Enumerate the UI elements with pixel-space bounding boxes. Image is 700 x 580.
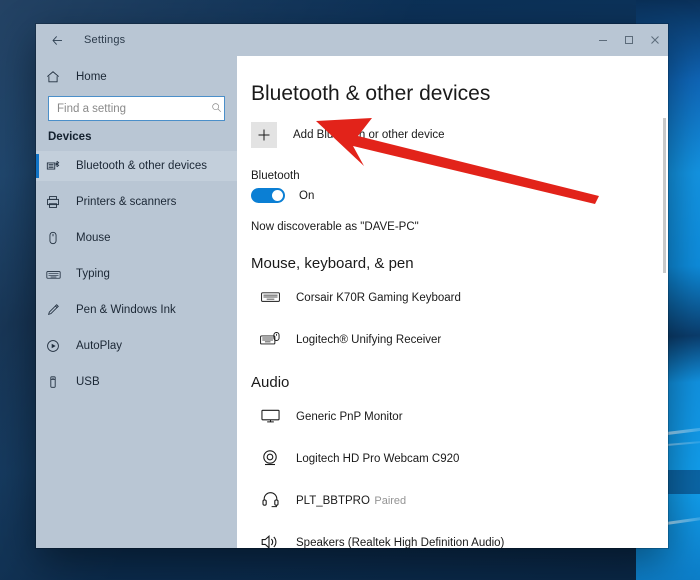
keyboard-icon bbox=[257, 290, 283, 304]
device-name: PLT_BBTPRO bbox=[296, 495, 370, 507]
page-title: Bluetooth & other devices bbox=[251, 82, 668, 106]
bluetooth-label: Bluetooth bbox=[251, 170, 668, 182]
plus-icon[interactable] bbox=[251, 122, 277, 148]
sidebar-item-mouse[interactable]: Mouse bbox=[36, 223, 237, 253]
keyboard-icon bbox=[46, 267, 68, 282]
sidebar-item-bluetooth-other-devices[interactable]: Bluetooth & other devices bbox=[36, 151, 237, 181]
webcam-icon bbox=[257, 449, 283, 467]
device-status: Paired bbox=[374, 495, 406, 507]
sidebar: Home Devices bbox=[36, 56, 237, 548]
add-bluetooth-device-label[interactable]: Add Bluetooth or other device bbox=[293, 129, 445, 141]
section-audio: Audio Generic PnP Monitor bbox=[251, 374, 668, 548]
device-row[interactable]: Logitech HD Pro Webcam C920 bbox=[251, 445, 668, 471]
close-button[interactable] bbox=[642, 24, 668, 56]
monitor-icon bbox=[257, 408, 283, 424]
window-controls bbox=[590, 24, 668, 56]
sidebar-group-heading: Devices bbox=[36, 131, 237, 143]
scrollbar-thumb[interactable] bbox=[663, 118, 666, 273]
section-mouse-keyboard-pen: Mouse, keyboard, & pen Corsair K70R Gami… bbox=[251, 255, 668, 352]
mouse-icon bbox=[46, 231, 68, 245]
keyboard-mouse-icon bbox=[257, 331, 283, 347]
headset-icon bbox=[257, 491, 283, 509]
window-title: Settings bbox=[84, 34, 125, 46]
sidebar-item-label: Printers & scanners bbox=[76, 196, 176, 208]
sidebar-item-printers-scanners[interactable]: Printers & scanners bbox=[36, 187, 237, 217]
pen-icon bbox=[46, 303, 68, 317]
sidebar-item-label: Pen & Windows Ink bbox=[76, 304, 176, 316]
search-icon[interactable] bbox=[211, 100, 222, 118]
printer-icon bbox=[46, 195, 68, 209]
sidebar-item-pen-windows-ink[interactable]: Pen & Windows Ink bbox=[36, 295, 237, 325]
bluetooth-toggle-block: Bluetooth On bbox=[251, 170, 668, 203]
window-titlebar: Settings bbox=[36, 24, 668, 56]
device-row[interactable]: Corsair K70R Gaming Keyboard bbox=[251, 284, 668, 310]
sidebar-item-typing[interactable]: Typing bbox=[36, 259, 237, 289]
device-row[interactable]: PLT_BBTPRO Paired bbox=[251, 487, 668, 513]
usb-icon bbox=[46, 375, 68, 389]
settings-window: Settings bbox=[36, 24, 668, 548]
sidebar-item-label: Mouse bbox=[76, 232, 111, 244]
speaker-icon bbox=[257, 534, 283, 548]
device-name: Generic PnP Monitor bbox=[296, 411, 403, 423]
device-name: Logitech HD Pro Webcam C920 bbox=[296, 453, 459, 465]
desktop: Settings bbox=[0, 0, 700, 580]
device-row[interactable]: Logitech® Unifying Receiver bbox=[251, 326, 668, 352]
bluetooth-state-label: On bbox=[299, 190, 314, 202]
section-heading: Mouse, keyboard, & pen bbox=[251, 255, 668, 272]
vertical-scrollbar[interactable] bbox=[661, 56, 668, 548]
maximize-button[interactable] bbox=[616, 24, 642, 56]
search-input[interactable] bbox=[57, 103, 211, 115]
sidebar-item-autoplay[interactable]: AutoPlay bbox=[36, 331, 237, 361]
toggle-knob bbox=[272, 190, 283, 201]
device-name: Corsair K70R Gaming Keyboard bbox=[296, 292, 461, 304]
sidebar-item-home[interactable]: Home bbox=[36, 62, 237, 92]
sidebar-item-label: Typing bbox=[76, 268, 110, 280]
home-icon bbox=[46, 70, 68, 84]
bluetooth-devices-icon bbox=[46, 159, 68, 173]
back-arrow-icon[interactable] bbox=[42, 25, 72, 55]
sidebar-item-label: Home bbox=[76, 71, 107, 83]
bluetooth-toggle[interactable] bbox=[251, 188, 285, 203]
device-name: Speakers (Realtek High Definition Audio) bbox=[296, 537, 504, 548]
device-row[interactable]: Generic PnP Monitor bbox=[251, 403, 668, 429]
sidebar-item-label: AutoPlay bbox=[76, 340, 122, 352]
section-heading: Audio bbox=[251, 374, 668, 391]
window-body: Home Devices bbox=[36, 56, 668, 548]
main-content: Bluetooth & other devices Add Bluetooth … bbox=[237, 56, 668, 548]
autoplay-icon bbox=[46, 339, 68, 353]
search-box[interactable] bbox=[48, 96, 225, 121]
device-name: Logitech® Unifying Receiver bbox=[296, 334, 441, 346]
sidebar-item-label: USB bbox=[76, 376, 100, 388]
minimize-button[interactable] bbox=[590, 24, 616, 56]
sidebar-item-label: Bluetooth & other devices bbox=[76, 160, 207, 172]
discoverable-text: Now discoverable as "DAVE-PC" bbox=[251, 221, 668, 233]
add-bluetooth-device-row[interactable]: Add Bluetooth or other device bbox=[251, 122, 668, 148]
device-row[interactable]: Speakers (Realtek High Definition Audio) bbox=[251, 529, 668, 548]
sidebar-item-usb[interactable]: USB bbox=[36, 367, 237, 397]
